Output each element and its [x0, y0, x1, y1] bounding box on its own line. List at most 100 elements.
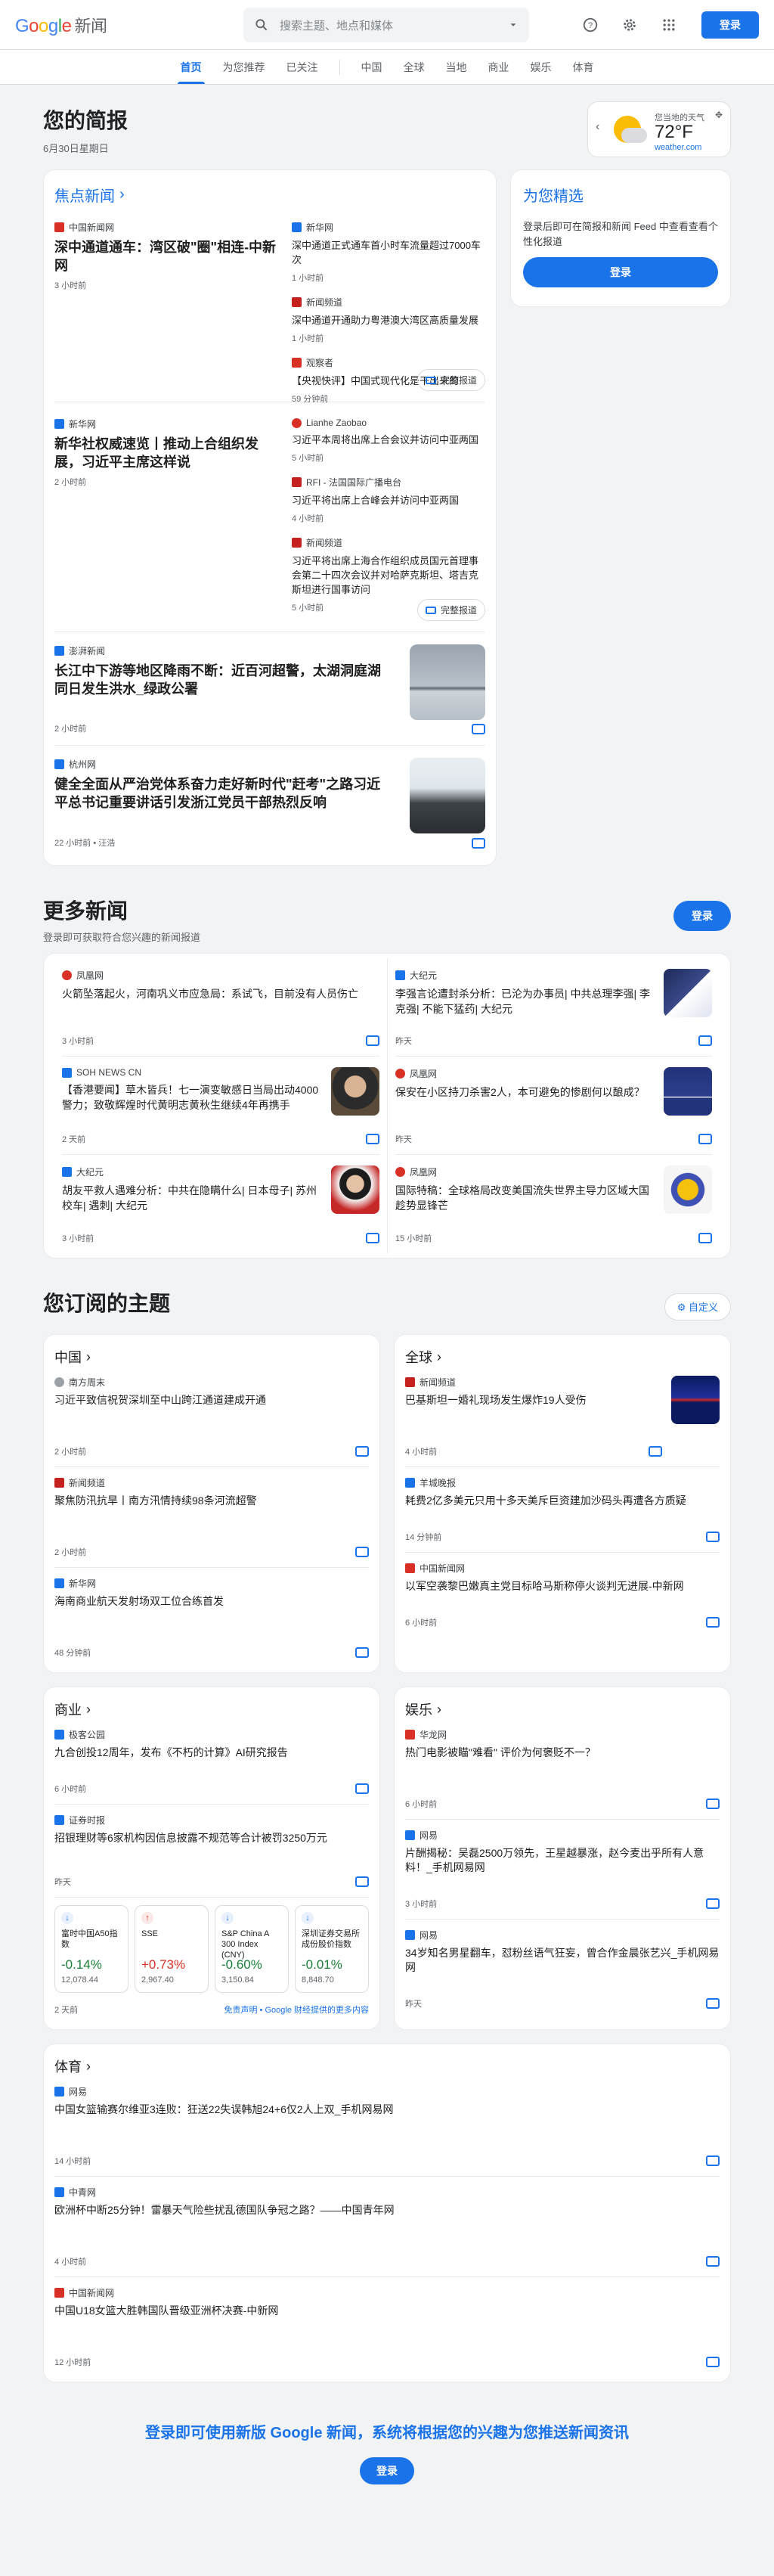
- story-thumbnail[interactable]: [671, 1376, 720, 1424]
- headline-link[interactable]: 欧洲杯中断25分钟！雷暴天气险些扰乱德国队争冠之路？——中国青年网: [54, 2203, 720, 2218]
- tab-for-you[interactable]: 为您推荐: [212, 60, 276, 84]
- bottom-signin-button[interactable]: 登录: [360, 2457, 414, 2484]
- story-thumbnail[interactable]: [410, 644, 485, 720]
- stock-ticker[interactable]: ↓ 深圳证券交易所成份股价指数 -0.01% 8,848.70: [295, 1905, 369, 1993]
- stock-ticker[interactable]: ↓ 富时中国A50指数 -0.14% 12,078.44: [54, 1905, 128, 1993]
- headline-link[interactable]: 中国U18女篮大胜韩国队晋级亚洲杯决赛-中新网: [54, 2304, 720, 2318]
- chevron-left-icon[interactable]: ‹: [596, 120, 599, 134]
- stock-ticker[interactable]: ↑ SSE +0.73% 2,967.40: [135, 1905, 209, 1993]
- full-coverage-icon[interactable]: [706, 1799, 720, 1809]
- headline-link[interactable]: 深中通道正式通车首小时车流量超过7000车次: [292, 238, 485, 267]
- finance-disclaimer-link[interactable]: 免责声明 • Google 财经提供的更多内容: [224, 2003, 370, 2016]
- tab-sports[interactable]: 体育: [562, 60, 605, 84]
- story-thumbnail[interactable]: [331, 1067, 379, 1116]
- headline-link[interactable]: 国际特稿：全球格局改变美国流失世界主导力区域大国趁势显锋芒: [395, 1183, 655, 1213]
- headline-link[interactable]: 片酬揭秘：吴磊2500万领先，王星越暴涨，赵今麦出乎所有人意料！_手机网易网: [405, 1846, 720, 1875]
- full-coverage-icon[interactable]: [366, 1035, 379, 1046]
- tab-business[interactable]: 商业: [478, 60, 520, 84]
- headline-link[interactable]: 习近平致信祝贺深圳至中山跨江通道建成开通: [54, 1393, 369, 1407]
- full-coverage-icon[interactable]: [706, 1617, 720, 1628]
- headline-link[interactable]: 九合创投12周年，发布《不朽的计算》AI研究报告: [54, 1746, 369, 1760]
- headline-link[interactable]: 34岁知名男星翻车，怼粉丝语气狂妄，曾合作金晨张艺兴_手机网易网: [405, 1946, 720, 1975]
- full-coverage-icon[interactable]: [472, 724, 485, 734]
- weather-source-link[interactable]: weather.com: [655, 143, 701, 152]
- full-coverage-icon[interactable]: [698, 1035, 712, 1046]
- headline-link[interactable]: 长江中下游等地区降雨不断：近百河超警，太湖洞庭湖同日发生洪水_绿政公署: [54, 662, 390, 698]
- headline-link[interactable]: 火箭坠落起火，河南巩义市应急局：系试飞，目前没有人员伤亡: [62, 986, 379, 1001]
- full-coverage-icon[interactable]: [698, 1134, 712, 1144]
- top-stories-title[interactable]: 焦点新闻 ›: [54, 184, 485, 206]
- headline-link[interactable]: 习近平将出席上合峰会并访问中亚两国: [292, 493, 485, 507]
- story-thumbnail[interactable]: [664, 1165, 712, 1214]
- headline-link[interactable]: 习近平本周将出席上合会议并访问中亚两国: [292, 433, 485, 447]
- sign-in-button[interactable]: 登录: [701, 11, 759, 39]
- pin-icon[interactable]: ✥: [715, 110, 723, 120]
- full-coverage-button[interactable]: 完整报道: [416, 599, 485, 621]
- search-box[interactable]: 搜索主题、地点和媒体: [243, 8, 529, 42]
- full-coverage-icon[interactable]: [355, 1547, 369, 1557]
- customize-button[interactable]: ⚙ 自定义: [664, 1293, 731, 1321]
- chevron-down-icon[interactable]: [508, 20, 519, 30]
- search-input[interactable]: 搜索主题、地点和媒体: [280, 17, 508, 33]
- weather-widget[interactable]: ‹ 您当地的天气 72°F weather.com ✥: [587, 101, 731, 157]
- topic-title[interactable]: 体育 ›: [54, 2056, 720, 2076]
- more-news-title: 更多新闻: [43, 899, 128, 923]
- headline-link[interactable]: 新华社权威速览丨推动上合组织发展，习近平主席这样说: [54, 435, 280, 471]
- apps-grid-icon[interactable]: [655, 11, 683, 39]
- full-coverage-icon[interactable]: [706, 2155, 720, 2166]
- full-coverage-icon[interactable]: [706, 1998, 720, 2009]
- topic-title[interactable]: 中国 ›: [54, 1347, 369, 1367]
- full-coverage-icon[interactable]: [355, 1647, 369, 1658]
- source-label: 凤凰网: [395, 1067, 655, 1080]
- full-coverage-icon[interactable]: [472, 838, 485, 849]
- headline-link[interactable]: 健全全面从严治党体系奋力走好新时代"赶考"之路习近平总书记重要讲话引发浙江党员干…: [54, 775, 390, 812]
- full-coverage-icon[interactable]: [706, 1532, 720, 1542]
- stock-ticker[interactable]: ↓ S&P China A 300 Index (CNY) -0.60% 3,150.…: [215, 1905, 289, 1993]
- topic-title[interactable]: 商业 ›: [54, 1699, 369, 1719]
- topic-title[interactable]: 娱乐 ›: [405, 1699, 720, 1719]
- full-coverage-icon[interactable]: [366, 1134, 379, 1144]
- headline-link[interactable]: 李强言论遭封杀分析：已沦为办事员| 中共总理李强| 李克强| 不能下猛药| 大纪…: [395, 986, 655, 1016]
- headline-link[interactable]: 热门电影被瞄"难看" 评价为何褒贬不一？: [405, 1746, 720, 1760]
- headline-link[interactable]: 保安在小区持刀杀害2人，本可避免的惨剧何以酿成？: [395, 1085, 655, 1100]
- full-coverage-icon[interactable]: [355, 1783, 369, 1794]
- full-coverage-button[interactable]: 完整报道: [416, 369, 485, 391]
- headline-link[interactable]: 耗费2亿多美元只用十多天美斥巨资建加沙码头再遭各方质疑: [405, 1494, 720, 1508]
- more-news-signin-button[interactable]: 登录: [673, 901, 731, 931]
- headline-link[interactable]: 习近平将出席上海合作组织成员国元首理事会第二十四次会议并对哈萨克斯坦、塔吉克斯坦…: [292, 554, 485, 597]
- tab-entertainment[interactable]: 娱乐: [520, 60, 562, 84]
- story-thumbnail[interactable]: [664, 969, 712, 1017]
- help-icon[interactable]: ?: [576, 11, 605, 39]
- full-coverage-icon[interactable]: [366, 1233, 379, 1243]
- story-thumbnail[interactable]: [664, 1067, 712, 1116]
- full-coverage-icon[interactable]: [706, 2256, 720, 2267]
- story-thumbnail[interactable]: [410, 758, 485, 833]
- full-coverage-icon[interactable]: [355, 1876, 369, 1887]
- topic-title[interactable]: 全球 ›: [405, 1347, 720, 1367]
- tab-china[interactable]: 中国: [351, 60, 393, 84]
- story-thumbnail[interactable]: [331, 1165, 379, 1214]
- tab-world[interactable]: 全球: [393, 60, 435, 84]
- headline-link[interactable]: 中国女篮输赛尔维亚3连败：狂送22失误韩旭24+6仅2人上双_手机网易网: [54, 2103, 720, 2117]
- headline-link[interactable]: 招银理财等6家机构因信息披露不规范等合计被罚3250万元: [54, 1831, 369, 1845]
- full-coverage-icon[interactable]: [649, 1446, 662, 1457]
- full-coverage-icon[interactable]: [698, 1233, 712, 1243]
- headline-link[interactable]: 巴基斯坦一婚礼现场发生爆炸19人受伤: [405, 1393, 662, 1407]
- full-coverage-icon[interactable]: [355, 1446, 369, 1457]
- full-coverage-icon[interactable]: [706, 2357, 720, 2367]
- full-coverage-icon[interactable]: [706, 1898, 720, 1909]
- headline-link[interactable]: 胡友平救人遇难分析：中共在隐瞒什么| 日本母子| 苏州校车| 遇刺| 大纪元: [62, 1183, 322, 1213]
- headline-link[interactable]: 【香港要闻】草木皆兵！七一演变敏感日当局出动4000警力；致敬辉煌时代黄明志黄秋…: [62, 1082, 322, 1113]
- headline-link[interactable]: 深中通道开通助力粤港澳大湾区高质量发展: [292, 313, 485, 327]
- google-news-logo[interactable]: Google 新闻: [15, 13, 107, 37]
- tab-local[interactable]: 当地: [435, 60, 478, 84]
- tab-following[interactable]: 已关注: [276, 60, 329, 84]
- settings-gear-icon[interactable]: [615, 11, 644, 39]
- story-cluster: 中国新闻网 深中通道通车：湾区破"圈"相连-中新网 3 小时前 新华网 深中通道正…: [54, 206, 485, 404]
- picks-signin-button[interactable]: 登录: [523, 257, 718, 287]
- headline-link[interactable]: 以军空袭黎巴嫩真主党目标哈马斯称停火谈判无进展-中新网: [405, 1579, 720, 1594]
- headline-link[interactable]: 深中通道通车：湾区破"圈"相连-中新网: [54, 238, 280, 275]
- headline-link[interactable]: 海南商业航天发射场双工位合练首发: [54, 1594, 369, 1609]
- tab-home[interactable]: 首页: [170, 60, 212, 84]
- headline-link[interactable]: 聚焦防汛抗旱丨南方汛情持续98条河流超警: [54, 1494, 369, 1508]
